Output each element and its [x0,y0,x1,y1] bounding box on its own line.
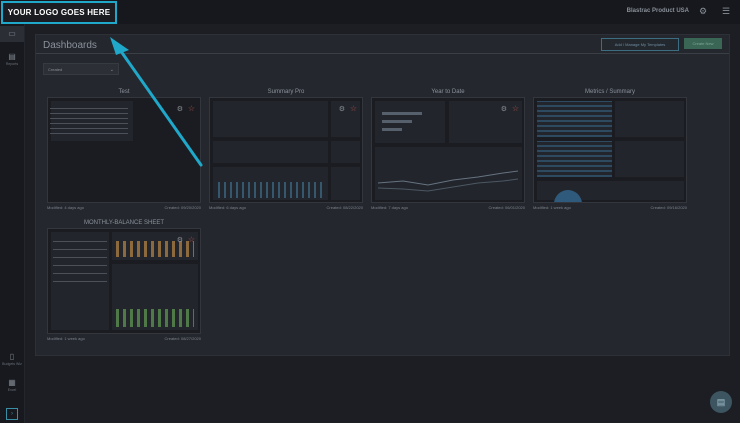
pointer-arrow-icon [110,37,203,167]
chat-icon: ▤ [716,397,726,407]
chat-button[interactable]: ▤ [710,391,732,413]
